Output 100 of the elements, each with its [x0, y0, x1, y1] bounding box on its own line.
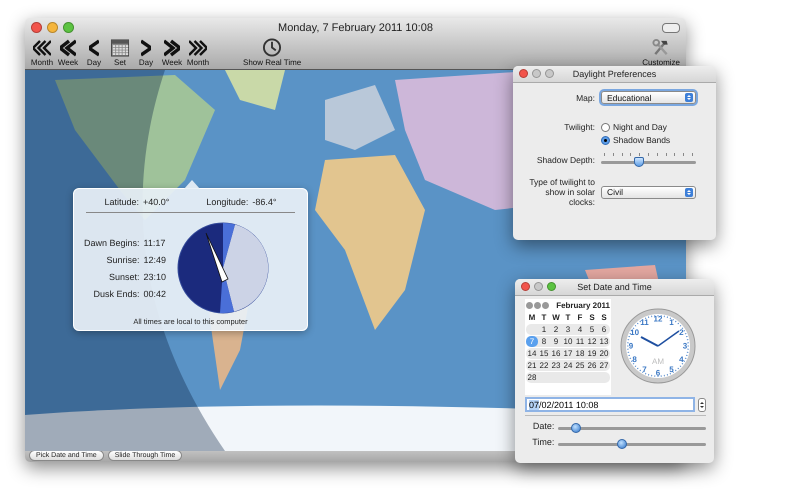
weekday-label: T [540, 313, 548, 322]
calendar-day[interactable]: 14 [526, 348, 538, 359]
toolbar-button[interactable]: Week [159, 38, 185, 67]
calendar-day[interactable]: 18 [574, 348, 586, 359]
calendar-day[interactable]: 13 [598, 336, 610, 347]
toolbar-button[interactable]: Set [107, 38, 133, 67]
calendar-day[interactable]: 22 [538, 360, 550, 371]
shadow-depth-label: Shadow Depth: [536, 155, 595, 165]
zoom-button[interactable] [63, 22, 74, 33]
weekday-label: F [576, 313, 584, 322]
minimize-button[interactable] [532, 69, 541, 78]
calendar-day[interactable]: 4 [574, 324, 586, 335]
clock-number: 9 [628, 342, 634, 350]
month-title: February 2011 [556, 301, 610, 310]
clock-number: 11 [640, 318, 649, 328]
twilight-label: Twilight: [564, 122, 595, 132]
toolbar-toggle-button[interactable] [662, 23, 680, 33]
clock-number: 3 [682, 342, 688, 350]
clock-number: 2 [679, 328, 684, 337]
twilight-type-dropdown[interactable]: Civil [601, 186, 696, 198]
clock-number: 6 [656, 368, 660, 378]
map-dropdown[interactable]: Educational [601, 91, 696, 104]
calendar-day[interactable]: 23 [550, 360, 562, 371]
close-button[interactable] [519, 69, 528, 78]
clock-number: 1 [669, 318, 674, 328]
chevron-left-icon [60, 39, 76, 57]
time-value: 11:17 [144, 238, 166, 248]
chevron-left-icon [33, 39, 51, 57]
calendar-day[interactable]: 2 [550, 324, 562, 335]
minimize-button[interactable] [534, 282, 543, 291]
clock-icon [262, 38, 282, 57]
clock-number: 8 [632, 355, 637, 364]
clock-number: 5 [669, 364, 674, 374]
clock-number: 10 [630, 328, 640, 337]
window-title: Monday, 7 February 2011 10:08 [278, 22, 433, 34]
toolbar-button[interactable]: Day [81, 38, 107, 67]
calendar-day[interactable]: 16 [550, 348, 562, 359]
calendar-day[interactable]: 6 [598, 324, 610, 335]
longitude-label: Longitude: [206, 197, 248, 207]
chevron-left-icon [89, 39, 99, 57]
radio-option[interactable]: Shadow Bands [601, 135, 696, 145]
time-label: Sunrise: [106, 254, 140, 264]
close-button[interactable] [31, 22, 42, 33]
zoom-button[interactable] [547, 282, 556, 291]
clock-number: 12 [654, 314, 662, 324]
time-label: Dawn Begins: [84, 238, 140, 248]
weekday-label: S [600, 313, 608, 322]
calendar-day[interactable]: 11 [574, 336, 586, 347]
latitude-label: Latitude: [104, 197, 139, 207]
calendar-day[interactable]: 12 [586, 336, 598, 347]
radio-option[interactable]: Night and Day [601, 122, 696, 132]
window-title: Daylight Preferences [572, 69, 656, 79]
toolbar-button[interactable]: Customize [642, 38, 680, 67]
chevron-right-icon [141, 39, 151, 57]
stepper[interactable] [698, 398, 706, 412]
close-button[interactable] [521, 282, 530, 291]
slider[interactable] [601, 153, 696, 167]
weekday-label: M [528, 313, 536, 322]
clock-period: AM [652, 357, 664, 366]
twilight-type-label: Type of twilight to show in solar clocks: [528, 177, 595, 207]
toolbar-button[interactable]: Day [133, 38, 159, 67]
calendar-day[interactable]: 17 [562, 348, 574, 359]
toolbar-button[interactable]: Month [29, 38, 55, 67]
chevron-right-icon [189, 39, 207, 57]
calendar-day[interactable]: 1 [538, 324, 550, 335]
calendar-day[interactable]: 24 [562, 360, 574, 371]
map-label: Map: [576, 92, 595, 102]
clock-number: 4 [679, 355, 684, 364]
toolbar-button[interactable]: Month [185, 38, 211, 67]
calendar-day[interactable]: 27 [598, 360, 610, 371]
calendar-day[interactable]: 3 [562, 324, 574, 335]
calendar-day[interactable]: 8 [538, 336, 550, 347]
calendar-day[interactable]: 20 [598, 348, 610, 359]
weekday-label: W [551, 313, 561, 322]
zoom-button[interactable] [545, 69, 554, 78]
toolbar-button[interactable]: Week [55, 38, 81, 67]
time-label: Time: [531, 437, 554, 447]
toolbar-button[interactable]: Show Real Time [243, 38, 302, 67]
calendar-day[interactable]: 5 [586, 324, 598, 335]
time-value: 12:49 [144, 254, 166, 264]
calendar-day[interactable]: 26 [586, 360, 598, 371]
calendar-day[interactable]: 10 [562, 336, 574, 347]
window-title: Set Date and Time [577, 282, 652, 292]
calendar-day[interactable]: 25 [574, 360, 586, 371]
calendar-day[interactable]: 15 [538, 348, 550, 359]
clock-number: 7 [642, 364, 647, 374]
time-value: 23:10 [144, 272, 166, 282]
date-time-field[interactable]: 07/02/2011 10:08 [525, 397, 695, 412]
time-label: Sunset: [108, 272, 140, 282]
calendar-day[interactable]: 21 [526, 360, 538, 371]
calendar-day[interactable]: 9 [550, 336, 562, 347]
time-label: Dusk Ends: [92, 288, 140, 298]
weekday-label: T [564, 313, 572, 322]
minimize-button[interactable] [47, 22, 58, 33]
time-value: 00:42 [144, 288, 166, 298]
calendar-day[interactable]: 28 [526, 372, 538, 383]
calendar-day[interactable]: 19 [586, 348, 598, 359]
chevron-right-icon [164, 39, 180, 57]
weekday-label: S [588, 313, 596, 322]
latitude-value: +40.0° [143, 197, 170, 207]
